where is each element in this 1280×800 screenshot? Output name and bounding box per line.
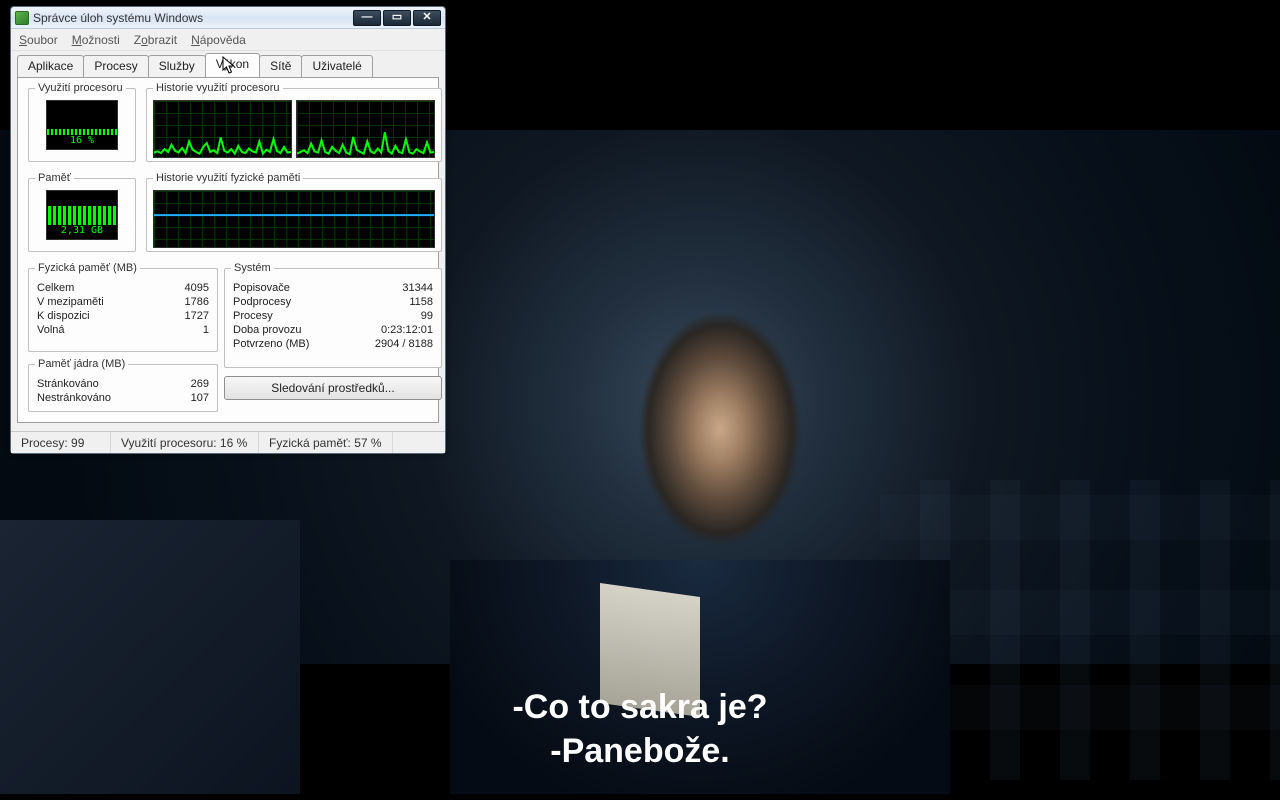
menu-help[interactable]: Nápověda [191, 33, 246, 47]
group-memory-history: Historie využití fyzické paměti [146, 172, 442, 252]
status-memory: Fyzická paměť: 57 % [259, 432, 393, 453]
tab-processes[interactable]: Procesy [83, 55, 148, 77]
cpu-gauge-value: 16 % [70, 135, 94, 146]
row-commit: Potvrzeno (MB)2904 / 8188 [233, 338, 433, 350]
group-kernel-memory-label: Paměť jádra (MB) [35, 358, 128, 370]
cpu-history-graph-0 [153, 100, 292, 158]
menubar: Soubor Možnosti Zobrazit Nápověda [11, 29, 445, 51]
group-memory-history-label: Historie využití fyzické paměti [153, 172, 303, 184]
group-cpu-history: Historie využití procesoru [146, 82, 442, 162]
cpu-history-graph-1 [296, 100, 435, 158]
subtitle-line-1: -Co to sakra je? [0, 688, 1280, 727]
menu-view[interactable]: Zobrazit [134, 33, 177, 47]
group-system-label: Systém [231, 262, 274, 274]
app-icon [15, 11, 29, 25]
row-total: Celkem4095 [37, 282, 209, 294]
subtitle-line-2: -Panebože. [0, 732, 1280, 771]
row-handles: Popisovače31344 [233, 282, 433, 294]
window-title: Správce úloh systému Windows [33, 11, 353, 25]
group-physical-memory: Fyzická paměť (MB) Celkem4095 V mezipamě… [28, 262, 218, 352]
tab-performance[interactable]: Výkon [205, 53, 260, 77]
group-kernel-memory: Paměť jádra (MB) Stránkováno269 Nestránk… [28, 358, 218, 412]
row-free: Volná1 [37, 324, 209, 336]
close-button[interactable]: ✕ [413, 10, 441, 26]
resource-monitor-button[interactable]: Sledování prostředků... [224, 376, 442, 400]
row-nonpaged: Nestránkováno107 [37, 392, 209, 404]
task-manager-window[interactable]: Správce úloh systému Windows — ▭ ✕ Soubo… [10, 6, 446, 454]
titlebar[interactable]: Správce úloh systému Windows — ▭ ✕ [11, 7, 445, 29]
row-paged: Stránkováno269 [37, 378, 209, 390]
tab-body-performance: Využití procesoru 16 % Historie využití … [17, 77, 439, 423]
cpu-gauge: 16 % [46, 100, 118, 150]
mem-gauge: 2,31 GB [46, 190, 118, 240]
group-memory: Paměť 2,31 GB [28, 172, 136, 252]
menu-file[interactable]: Soubor [19, 33, 58, 47]
row-processes: Procesy99 [233, 310, 433, 322]
status-cpu: Využití procesoru: 16 % [111, 432, 259, 453]
statusbar: Procesy: 99 Využití procesoru: 16 % Fyzi… [11, 431, 445, 453]
tab-networking[interactable]: Sítě [259, 55, 302, 77]
mem-history-graph [153, 190, 435, 248]
group-memory-label: Paměť [35, 172, 74, 184]
group-system: Systém Popisovače31344 Podprocesy1158 Pr… [224, 262, 442, 368]
menu-options[interactable]: Možnosti [72, 33, 120, 47]
minimize-button[interactable]: — [353, 10, 381, 26]
mem-gauge-value: 2,31 GB [61, 225, 103, 236]
group-physical-memory-label: Fyzická paměť (MB) [35, 262, 140, 274]
row-uptime: Doba provozu0:23:12:01 [233, 324, 433, 336]
row-cached: V mezipaměti1786 [37, 296, 209, 308]
row-available: K dispozici1727 [37, 310, 209, 322]
tab-applications[interactable]: Aplikace [17, 55, 84, 77]
status-processes: Procesy: 99 [11, 432, 111, 453]
row-threads: Podprocesy1158 [233, 296, 433, 308]
group-cpu-usage-label: Využití procesoru [35, 82, 126, 94]
tab-users[interactable]: Uživatelé [301, 55, 372, 77]
tabstrip: Aplikace Procesy Služby Výkon Sítě Uživa… [11, 51, 445, 77]
person-face [610, 315, 830, 615]
group-cpu-history-label: Historie využití procesoru [153, 82, 283, 94]
group-cpu-usage: Využití procesoru 16 % [28, 82, 136, 162]
tab-services[interactable]: Služby [148, 55, 206, 77]
maximize-button[interactable]: ▭ [383, 10, 411, 26]
